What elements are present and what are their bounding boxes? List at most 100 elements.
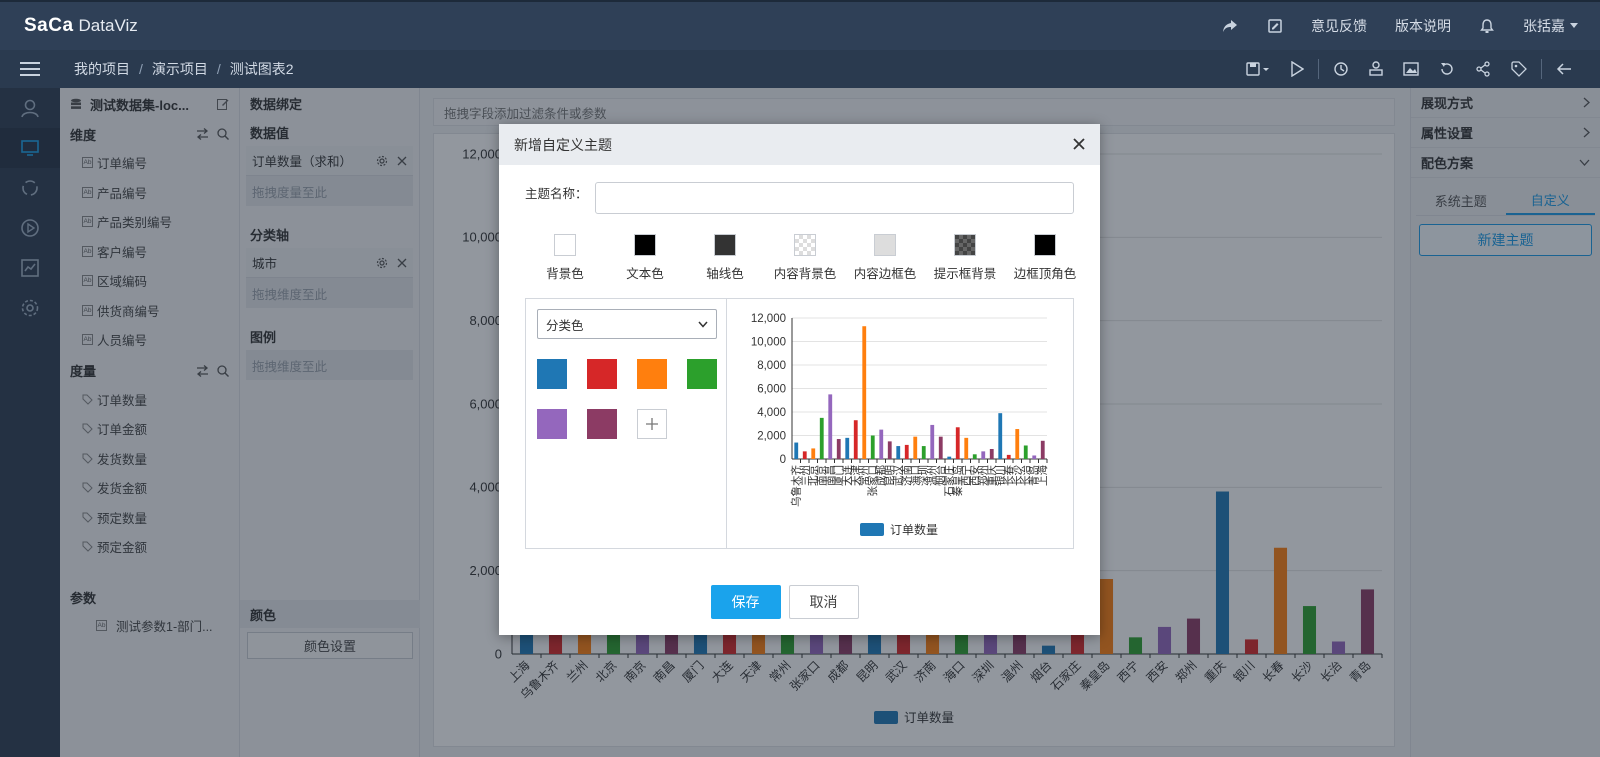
history-icon[interactable] — [1333, 61, 1349, 77]
save-button[interactable]: 保存 — [710, 585, 781, 619]
close-icon[interactable] — [1073, 133, 1085, 156]
undo-icon[interactable] — [1439, 61, 1455, 77]
play-icon[interactable] — [1290, 61, 1304, 77]
bar — [862, 326, 867, 459]
x-tick-label: 上海 — [1036, 465, 1049, 486]
bar — [955, 427, 960, 459]
cancel-button[interactable]: 取消 — [788, 585, 859, 619]
bar — [828, 394, 833, 459]
bar — [802, 451, 807, 459]
theme-name-input[interactable] — [595, 182, 1074, 214]
bar — [794, 442, 799, 459]
image-icon[interactable] — [1403, 62, 1419, 76]
menu-icon[interactable] — [0, 61, 60, 77]
legend-label: 订单数量 — [890, 522, 938, 537]
swatch-text[interactable]: 文本色 — [605, 234, 685, 282]
swatch-label: 轴线色 — [706, 267, 744, 281]
bar — [811, 448, 816, 459]
y-tick-label: 6,000 — [757, 383, 786, 395]
y-tick-label: 10,000 — [751, 336, 786, 348]
top-bar: SaCa DataViz 意见反馈 版本说明 张括嘉 — [0, 0, 1600, 50]
theme-swatch-row: 背景色 文本色 轴线色 内容背景色 内容边框色 提示框背景 边框顶角色 — [525, 234, 1085, 282]
bar — [1023, 445, 1028, 459]
swatch-label: 内容边框色 — [853, 267, 917, 281]
y-tick-label: 2,000 — [757, 430, 786, 442]
dialog-actions: 保存 取消 — [499, 585, 1100, 619]
bar — [879, 429, 884, 459]
swatch-label: 内容背景色 — [773, 267, 837, 281]
bar — [921, 446, 926, 459]
back-arrow-icon[interactable] — [1556, 62, 1572, 76]
tag-icon[interactable] — [1511, 61, 1527, 77]
bar — [989, 449, 994, 459]
swatch-background[interactable]: 背景色 — [525, 234, 605, 282]
toolbar-divider — [1541, 59, 1542, 79]
logo-dataviz: DataViz — [78, 16, 138, 35]
bar — [870, 435, 875, 459]
theme-preview-box: 分类色 0 2,000 4,000 6,000 8,000 10,000 12,000 乌鲁木… — [525, 298, 1074, 549]
bar — [887, 441, 892, 459]
bar — [998, 413, 1003, 459]
swatch-axis-line[interactable]: 轴线色 — [685, 234, 765, 282]
swatch-color-box[interactable] — [794, 234, 816, 256]
swatch-color-box[interactable] — [714, 234, 736, 256]
bar — [819, 417, 824, 459]
palette-type-select[interactable]: 分类色 — [537, 309, 717, 339]
user-name: 张括嘉 — [1523, 18, 1565, 34]
theme-name-label: 主题名称： — [525, 187, 588, 201]
breadcrumb-my-projects[interactable]: 我的项目 — [74, 59, 130, 79]
y-tick-label: 8,000 — [757, 360, 786, 372]
bell-icon[interactable] — [1480, 18, 1494, 34]
new-theme-dialog: 新增自定义主题 主题名称： 背景色 文本色 轴线色 内容背景色 内容边框色 提示… — [499, 124, 1100, 635]
share-icon[interactable] — [1475, 61, 1491, 77]
swatch-color-box[interactable] — [634, 234, 656, 256]
y-tick-label: 4,000 — [757, 407, 786, 419]
legend-swatch — [860, 523, 884, 536]
add-color-button[interactable] — [637, 409, 667, 439]
share-arrow-icon[interactable] — [1222, 19, 1238, 33]
y-tick-label: 0 — [780, 454, 786, 466]
palette-color-2[interactable] — [587, 359, 617, 389]
swatch-tooltip-background[interactable]: 提示框背景 — [925, 234, 1005, 282]
swatch-color-box[interactable] — [1034, 234, 1056, 256]
swatch-label: 边框顶角色 — [1013, 267, 1077, 281]
caret-down-icon — [1570, 23, 1578, 28]
palette-color-5[interactable] — [537, 409, 567, 439]
release-notes-link[interactable]: 版本说明 — [1395, 16, 1451, 36]
edit-square-icon[interactable] — [1268, 19, 1282, 33]
breadcrumb-current-chart: 测试图表2 — [229, 61, 294, 77]
logo-saca: SaCa — [24, 15, 74, 36]
plus-icon — [646, 418, 658, 430]
swatch-label: 提示框背景 — [933, 267, 997, 281]
bar — [938, 436, 943, 459]
bar — [930, 424, 935, 459]
swatch-content-border[interactable]: 内容边框色 — [845, 234, 925, 282]
bar — [1040, 440, 1045, 459]
swatch-color-box[interactable] — [554, 234, 576, 256]
bar — [1015, 429, 1020, 459]
bar — [836, 439, 841, 459]
swatch-content-background[interactable]: 内容背景色 — [765, 234, 845, 282]
palette-color-6[interactable] — [587, 409, 617, 439]
secondary-toolbar: 我的项目 / 演示项目 / 测试图表2 — [0, 50, 1600, 88]
palette-color-1[interactable] — [537, 359, 567, 389]
palette-color-3[interactable] — [637, 359, 667, 389]
bar — [896, 446, 901, 459]
save-icon[interactable] — [1246, 62, 1270, 76]
dialog-header: 新增自定义主题 — [499, 124, 1100, 165]
stamp-icon[interactable] — [1369, 61, 1383, 77]
user-menu[interactable]: 张括嘉 — [1523, 16, 1578, 36]
swatch-label: 背景色 — [546, 267, 584, 281]
chevron-down-icon — [698, 321, 708, 328]
palette-color-4[interactable] — [687, 359, 717, 389]
feedback-link[interactable]: 意见反馈 — [1311, 16, 1367, 36]
swatch-border-corner[interactable]: 边框顶角色 — [1005, 234, 1085, 282]
bar — [913, 436, 918, 459]
app-logo[interactable]: SaCa DataViz — [24, 15, 138, 37]
swatch-color-box[interactable] — [954, 234, 976, 256]
bar — [964, 437, 969, 459]
bar — [904, 444, 909, 459]
swatch-color-box[interactable] — [874, 234, 896, 256]
bar — [1006, 454, 1011, 459]
breadcrumb-demo-project[interactable]: 演示项目 — [152, 59, 208, 79]
